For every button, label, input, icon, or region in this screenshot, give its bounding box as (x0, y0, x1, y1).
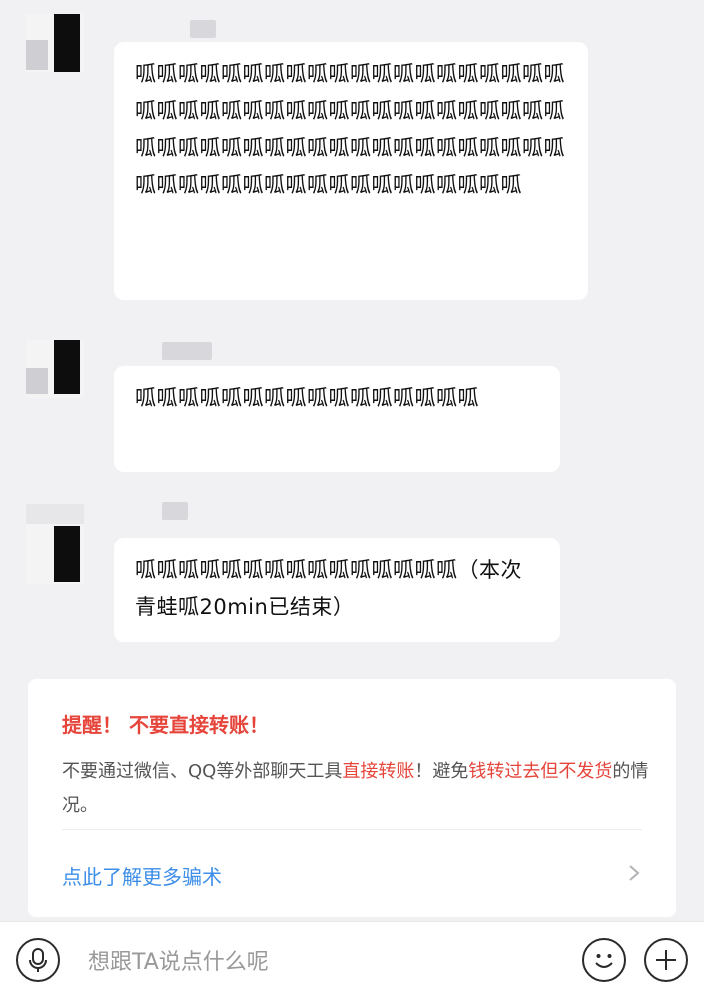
divider (62, 829, 642, 830)
avatar[interactable] (26, 504, 84, 584)
sender-name (162, 342, 212, 360)
avatar[interactable] (26, 340, 84, 398)
sender-name (190, 20, 216, 38)
emoji-button[interactable] (582, 938, 626, 982)
plus-icon (656, 950, 676, 970)
chevron-right-icon[interactable] (624, 863, 644, 883)
avatar[interactable] (26, 14, 84, 72)
voice-button[interactable] (16, 938, 60, 982)
message-bubble[interactable]: 呱呱呱呱呱呱呱呱呱呱呱呱呱呱呱（本次青蛙呱20min已结束） (114, 538, 560, 642)
scam-warning-card: 提醒！ 不要直接转账！ 不要通过微信、QQ等外部聊天工具直接转账！避免钱转过去但… (28, 679, 676, 917)
message-bubble[interactable]: 呱呱呱呱呱呱呱呱呱呱呱呱呱呱呱呱 (114, 366, 560, 472)
message-bubble[interactable]: 呱呱呱呱呱呱呱呱呱呱呱呱呱呱呱呱呱呱呱呱呱呱呱呱呱呱呱呱呱呱呱呱呱呱呱呱呱呱呱呱… (114, 42, 588, 300)
sender-name (162, 502, 188, 520)
warning-body: 不要通过微信、QQ等外部聊天工具直接转账！避免钱转过去但不发货的情况。 (62, 761, 649, 816)
warning-title: 提醒！ 不要直接转账！ (62, 713, 269, 737)
message-input[interactable]: 想跟TA说点什么呢 (88, 944, 269, 976)
smiley-icon (595, 954, 613, 968)
chat-input-bar: 想跟TA说点什么呢 (0, 921, 704, 1001)
more-button[interactable] (644, 938, 688, 982)
microphone-icon (29, 948, 47, 972)
learn-more-link[interactable]: 点此了解更多骗术 (62, 861, 222, 890)
